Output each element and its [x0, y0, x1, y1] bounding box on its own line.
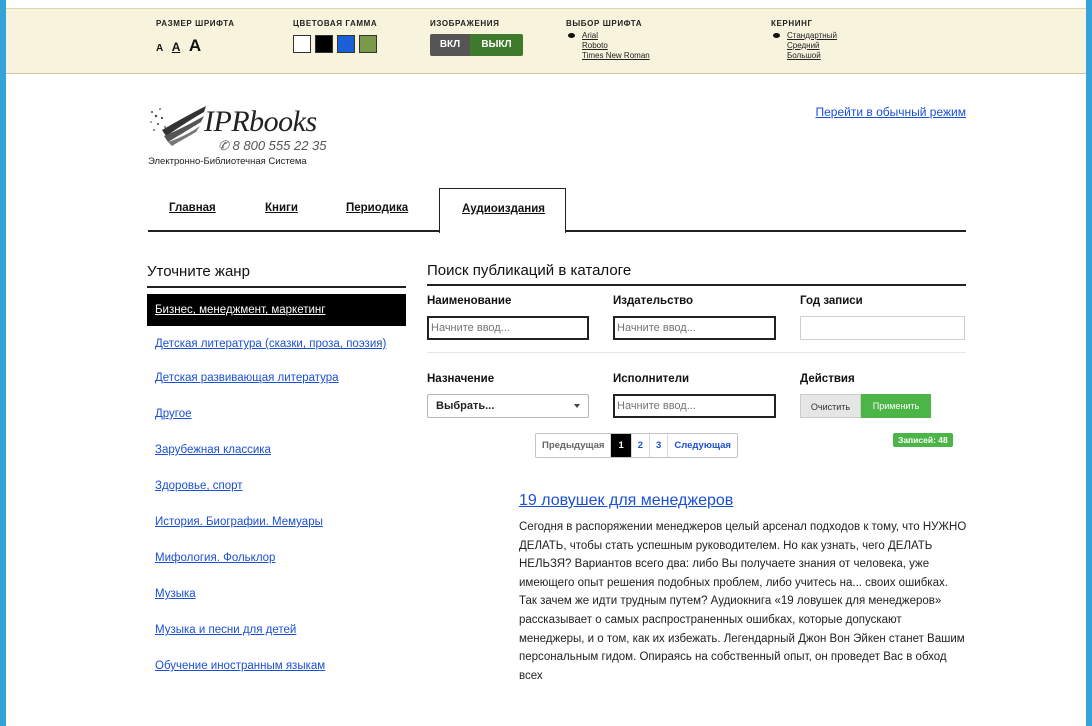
genre-item[interactable]: Мифология. Фольклор [147, 550, 406, 566]
phone-icon: ✆ [218, 138, 233, 153]
genre-item[interactable]: Детская литература (сказки, проза, поэзи… [147, 336, 406, 352]
performers-input[interactable] [613, 394, 776, 418]
genre-item[interactable]: Обучение иностранным языкам [147, 658, 406, 674]
year-label: Год записи [800, 295, 863, 307]
chevron-down-icon [574, 404, 580, 408]
main-tabs: Главная Книги Периодика Аудиоиздания [148, 188, 966, 233]
purpose-select-value: Выбрать... [436, 400, 495, 412]
apply-button[interactable]: Применить [861, 394, 931, 418]
pagination-prev[interactable]: Предыдущая [536, 434, 610, 457]
result-description: Сегодня в распоряжении менеджеров целый … [519, 521, 967, 682]
logo-phone: ✆ 8 800 555 22 35 [218, 138, 327, 154]
pagination-page-2[interactable]: 2 [630, 434, 649, 457]
font-choice-title: ВЫБОР ШРИФТА [566, 19, 643, 28]
genre-item[interactable]: Здоровье, спорт [147, 478, 406, 494]
kerning-option: Большой [771, 51, 837, 61]
clear-button[interactable]: Очистить [800, 394, 861, 418]
images-title: ИЗОБРАЖЕНИЯ [430, 19, 500, 28]
genre-title: Уточните жанр [147, 263, 250, 280]
color-swatch-3[interactable] [337, 35, 355, 53]
color-swatch-4[interactable] [359, 35, 377, 53]
search-row-divider [427, 352, 966, 353]
name-label: Наименование [427, 295, 512, 307]
color-scheme-title: ЦВЕТОВАЯ ГАММА [293, 19, 378, 28]
font-size-title: РАЗМЕР ШРИФТА [156, 19, 235, 28]
pagination-page-3[interactable]: 3 [649, 434, 667, 457]
genre-item[interactable]: Бизнес, менеджмент, маркетинг [147, 294, 406, 326]
logo-brand-text: IPRbooks [204, 105, 317, 138]
tab-audiobooks[interactable]: Аудиоиздания [439, 188, 567, 233]
search-divider [427, 284, 966, 286]
images-group: ИЗОБРАЖЕНИЯ ВКЛ ВЫКЛ [430, 19, 523, 56]
genre-list: Бизнес, менеджмент, маркетинг Детская лит… [147, 294, 406, 674]
publisher-input[interactable] [613, 316, 776, 340]
pagination-page-1[interactable]: 1 [610, 434, 631, 457]
result-title-link[interactable]: 19 ловушек для менеджеров [519, 492, 733, 510]
font-choice-group: ВЫБОР ШРИФТА Arial Roboto Times New Roman [566, 19, 650, 61]
font-option: Arial [566, 31, 650, 41]
font-size-group: РАЗМЕР ШРИФТА A A A [156, 19, 235, 56]
font-option-link[interactable]: Times New Roman [582, 51, 650, 60]
images-on-button[interactable]: ВКЛ [430, 34, 470, 56]
normal-mode-link[interactable]: Перейти в обычный режим [816, 105, 967, 119]
kerning-option: Средний [771, 41, 837, 51]
font-option-link[interactable]: Arial [582, 31, 598, 40]
genre-item[interactable]: Детская развивающая литература [147, 370, 406, 386]
pagination: Предыдущая 1 2 3 Следующая [535, 433, 738, 458]
genre-item[interactable]: Другое [147, 406, 406, 422]
name-input[interactable] [427, 316, 589, 340]
publisher-label: Издательство [613, 295, 694, 307]
purpose-label: Назначение [427, 373, 495, 385]
kerning-option: Стандартный [771, 31, 837, 41]
genre-divider [147, 286, 406, 288]
accessibility-toolbar: РАЗМЕР ШРИФТА A A A ЦВЕТОВАЯ ГАММА ИЗОБР… [6, 8, 1086, 74]
images-toggle: ВКЛ ВЫКЛ [430, 34, 523, 56]
kerning-option-link[interactable]: Средний [787, 41, 820, 50]
genre-item[interactable]: Зарубежная классика [147, 442, 406, 458]
site-logo[interactable]: IPRbooks ✆ 8 800 555 22 35 Электронно-Би… [148, 100, 348, 170]
search-title: Поиск публикаций в каталоге [427, 262, 632, 279]
font-option: Roboto [566, 41, 650, 51]
color-scheme-group: ЦВЕТОВАЯ ГАММА [293, 19, 377, 53]
genre-item[interactable]: Музыка и песни для детей [147, 622, 406, 638]
records-count-badge: Записей: 48 [893, 433, 953, 447]
performers-label: Исполнители [613, 373, 690, 385]
kerning-group: КЕРНИНГ Стандартный Средний Большой [771, 19, 837, 61]
color-swatch-1[interactable] [293, 35, 311, 53]
font-option: Times New Roman [566, 51, 650, 61]
tab-main[interactable]: Главная [169, 202, 216, 214]
tab-books[interactable]: Книги [265, 202, 298, 214]
pagination-next[interactable]: Следующая [667, 434, 737, 457]
font-size-small-button[interactable]: A [156, 43, 163, 54]
logo-phone-number: 8 800 555 22 35 [232, 138, 327, 153]
color-swatch-2[interactable] [315, 35, 333, 53]
tab-periodicals[interactable]: Периодика [346, 202, 408, 214]
kerning-title: КЕРНИНГ [771, 19, 813, 28]
book-wing-icon [150, 106, 206, 146]
actions-label: Действия [800, 373, 855, 385]
year-input[interactable] [800, 316, 965, 340]
kerning-option-link[interactable]: Большой [787, 51, 821, 60]
genre-item[interactable]: Музыка [147, 586, 406, 602]
purpose-select[interactable]: Выбрать... [427, 394, 589, 418]
font-size-large-button[interactable]: A [189, 36, 201, 56]
font-option-link[interactable]: Roboto [582, 41, 608, 50]
images-off-button[interactable]: ВЫКЛ [470, 34, 523, 56]
genre-item[interactable]: История. Биографии. Мемуары [147, 514, 406, 530]
font-size-medium-button[interactable]: A [172, 40, 181, 54]
kerning-option-link[interactable]: Стандартный [787, 31, 837, 40]
logo-tagline: Электронно-Библиотечная Система [148, 156, 307, 167]
